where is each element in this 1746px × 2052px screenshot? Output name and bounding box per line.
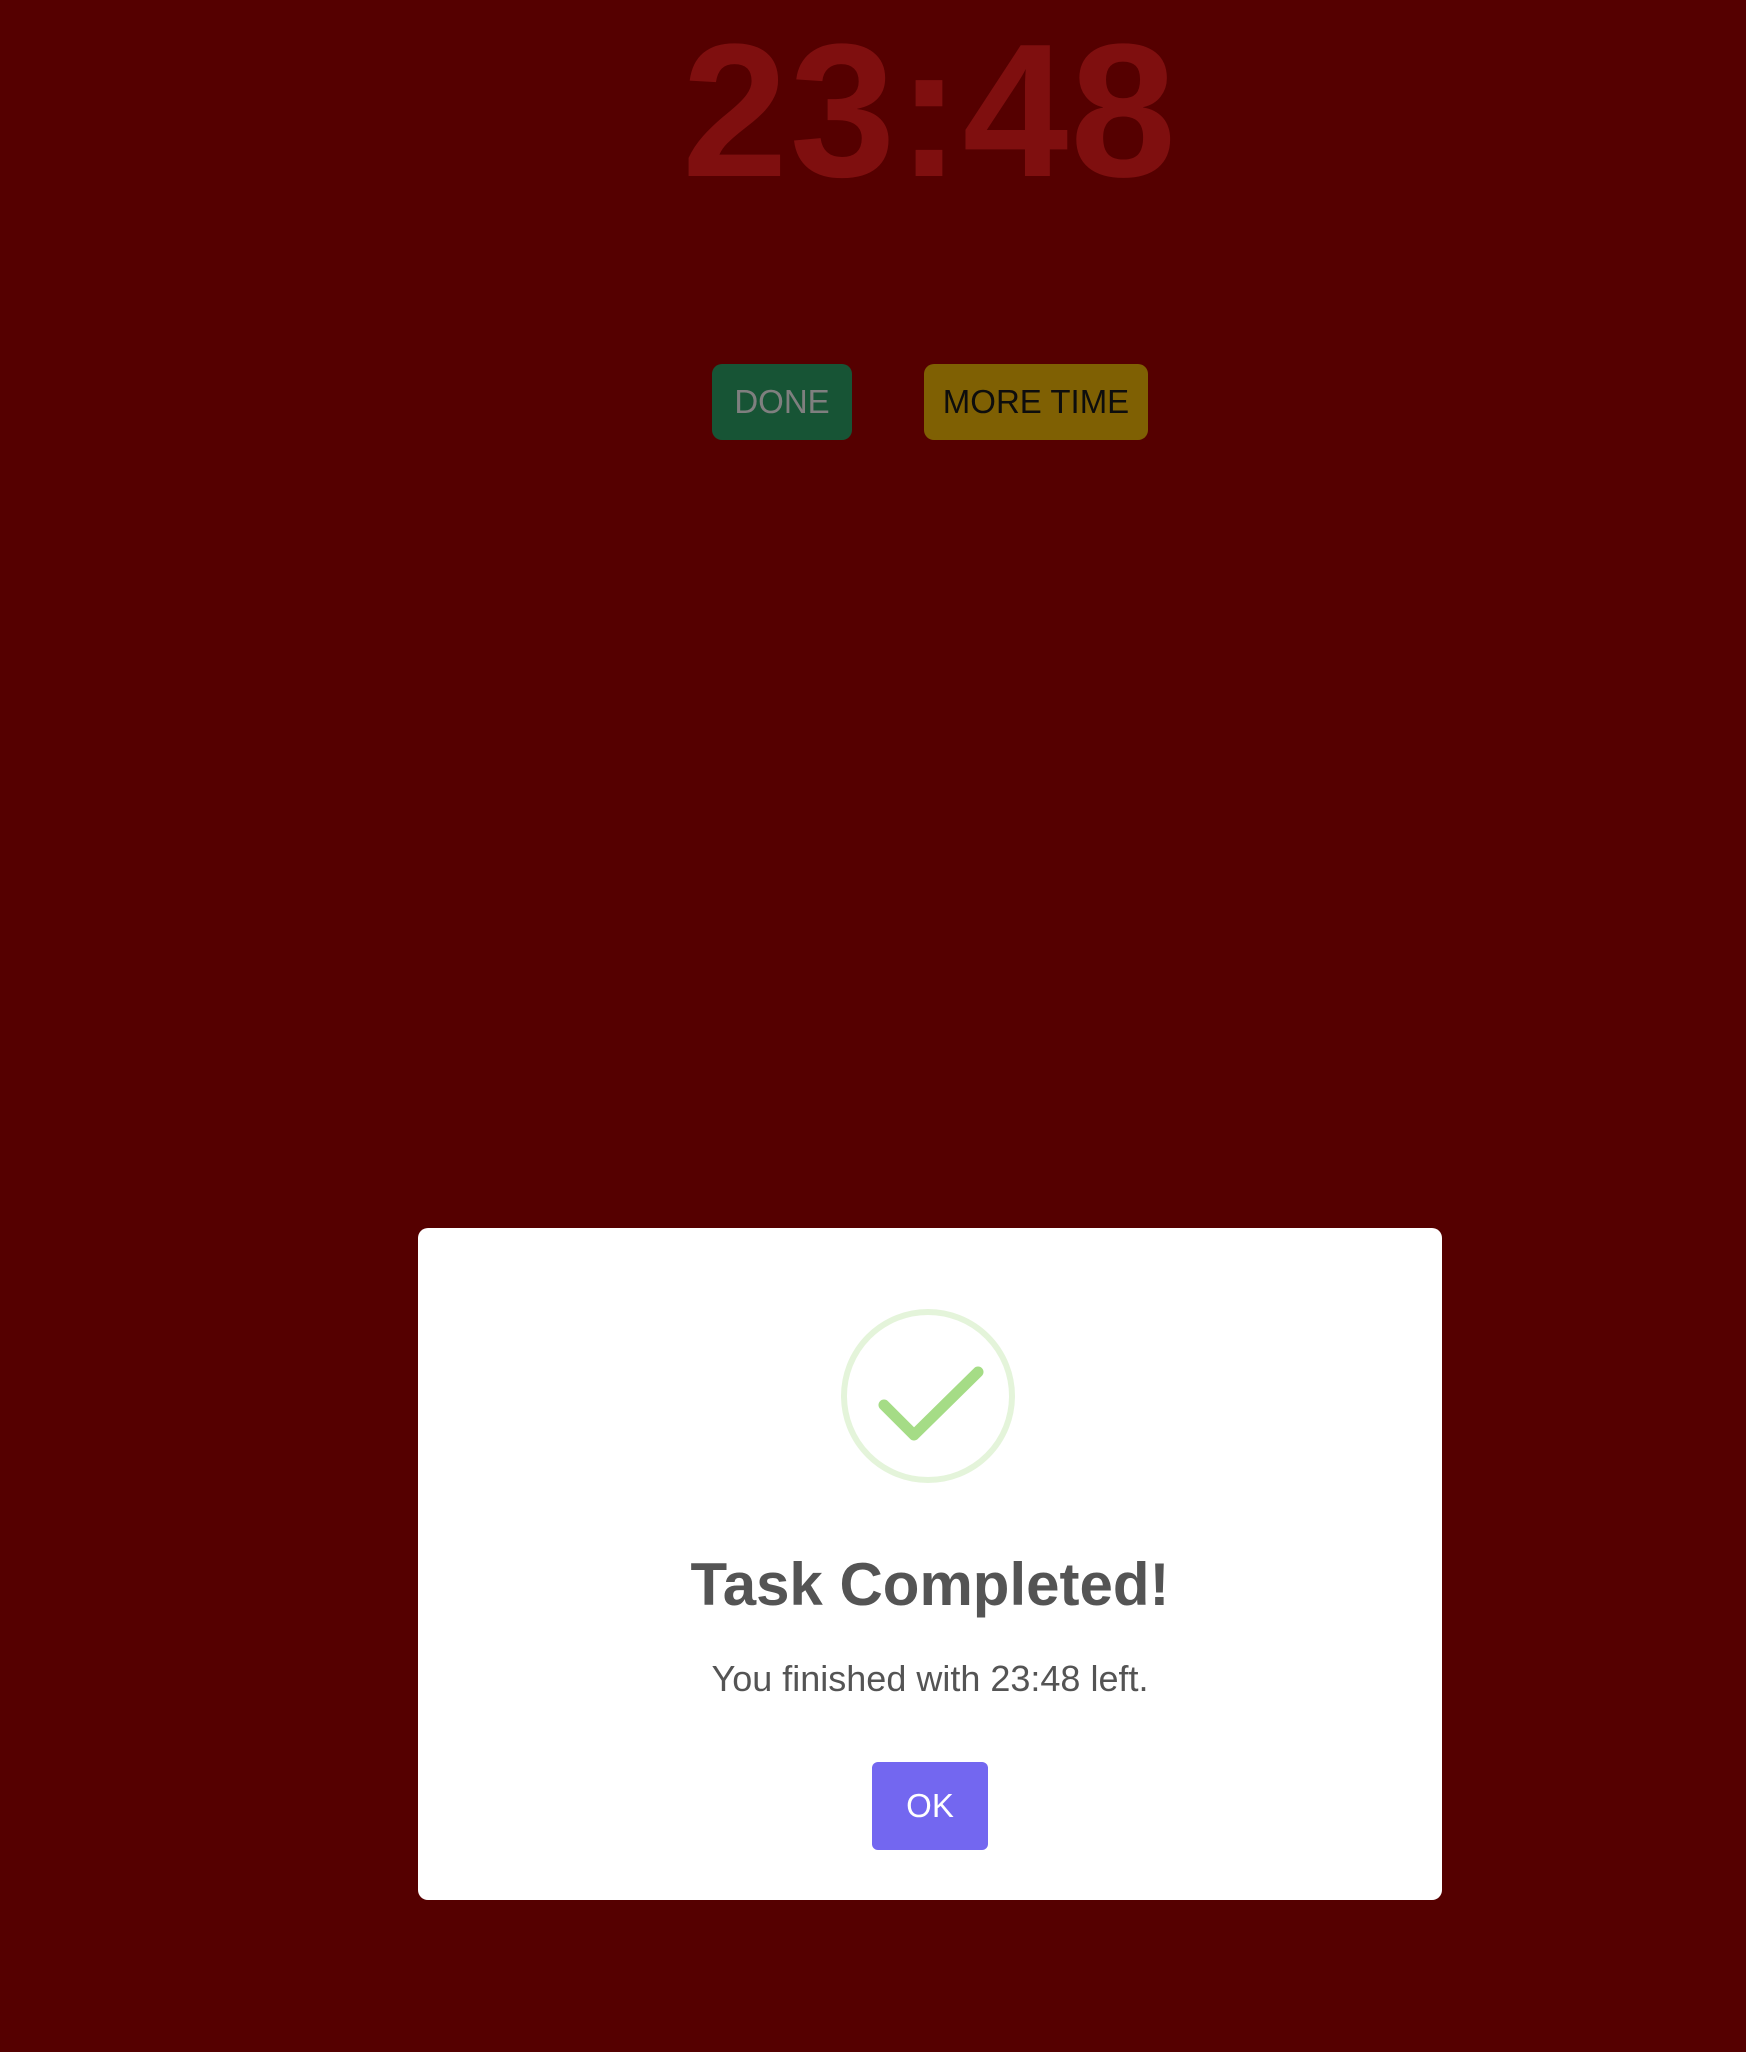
task-completed-dialog: Task Completed! You finished with 23:48 … <box>418 1228 1442 1900</box>
dialog-message: You finished with 23:48 left. <box>711 1658 1149 1699</box>
timer-app: 23:48 DONE MORE TIME Task Completed! You… <box>0 0 1746 2052</box>
ok-button[interactable]: OK <box>872 1762 988 1850</box>
check-circle-icon <box>841 1309 1015 1483</box>
dialog-title: Task Completed! <box>690 1551 1170 1618</box>
